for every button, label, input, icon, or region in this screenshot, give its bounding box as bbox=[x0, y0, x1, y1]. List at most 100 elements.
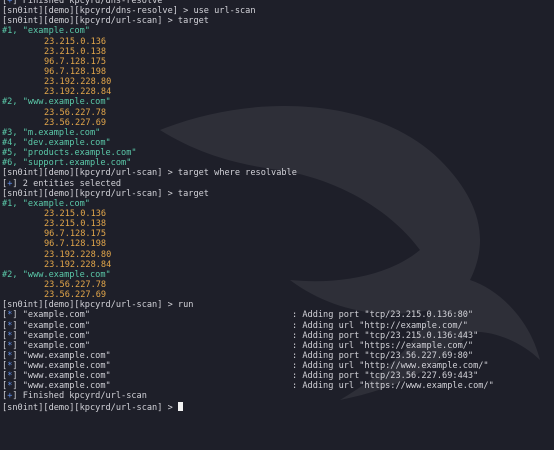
terminal-line: 23.192.228.84 bbox=[2, 260, 554, 270]
entity-index: #5, bbox=[2, 148, 18, 159]
entity-name: "dev.example.com" bbox=[22, 137, 111, 148]
entity-name: "m.example.com" bbox=[22, 127, 101, 138]
ip-address: 23.56.227.69 bbox=[44, 290, 107, 301]
command-text: target bbox=[177, 16, 209, 27]
terminal-line: 23.215.0.138 bbox=[2, 47, 554, 57]
log-message: : Adding url "https://example.com/" bbox=[292, 340, 474, 351]
terminal-line: [*] "www.example.com": Adding url "https… bbox=[2, 381, 494, 392]
ip-address: 23.192.228.84 bbox=[44, 87, 112, 98]
ip-address: 23.215.0.138 bbox=[44, 219, 107, 230]
terminal-line: [sn0int][demo][kpcyrd/url-scan] > target… bbox=[2, 168, 554, 178]
terminal-line: #2, "www.example.com" bbox=[2, 97, 554, 107]
log-target: "www.example.com" bbox=[22, 371, 111, 382]
terminal-line: #2, "www.example.com" bbox=[2, 270, 554, 280]
shell-prompt: [sn0int][demo][kpcyrd/url-scan] > bbox=[2, 402, 178, 412]
log-message: : Adding url "http://www.example.com/" bbox=[292, 361, 489, 372]
status-text: 2 entities selected bbox=[22, 178, 122, 189]
status-marker: + bbox=[7, 391, 13, 402]
ip-address: 23.192.228.84 bbox=[44, 259, 112, 270]
terminal-line: [*] "example.com": Adding port "tcp/23.2… bbox=[2, 330, 479, 341]
terminal-output: [+] Finished kpcyrd/dns-resolve [sn0int][… bbox=[0, 0, 554, 443]
log-marker: * bbox=[7, 381, 13, 392]
ip-address: 23.215.0.138 bbox=[44, 46, 107, 57]
log-marker: * bbox=[7, 361, 13, 372]
terminal-line: [*] "www.example.com": Adding port "tcp/… bbox=[2, 350, 474, 361]
status-marker: + bbox=[7, 0, 13, 6]
terminal-line: 23.56.227.78 bbox=[2, 280, 554, 290]
terminal-line: 23.215.0.136 bbox=[2, 37, 554, 47]
shell-prompt: [sn0int][demo][kpcyrd/url-scan] > bbox=[2, 300, 178, 311]
terminal-line: 23.192.228.84 bbox=[2, 87, 554, 97]
terminal-line: #1, "example.com" bbox=[2, 199, 554, 209]
entity-name: "products.example.com" bbox=[22, 148, 137, 159]
ip-address: 23.192.228.80 bbox=[44, 77, 112, 88]
status-marker: + bbox=[7, 178, 13, 189]
terminal-line: 23.192.228.80 bbox=[2, 250, 554, 260]
command-text: target bbox=[177, 188, 209, 199]
terminal-line: #6, "support.example.com" bbox=[2, 158, 554, 168]
terminal-line: 23.215.0.138 bbox=[2, 219, 554, 229]
log-message: : Adding port "tcp/23.56.227.69:80" bbox=[292, 350, 474, 361]
terminal-line: #5, "products.example.com" bbox=[2, 148, 554, 158]
terminal-line: #4, "dev.example.com" bbox=[2, 138, 554, 148]
terminal-line: #1, "example.com" bbox=[2, 26, 554, 36]
status-text: Finished kpcyrd/dns-resolve bbox=[22, 0, 163, 6]
log-target: "www.example.com" bbox=[22, 361, 111, 372]
log-message: : Adding url "http://example.com/" bbox=[292, 320, 468, 331]
ip-address: 96.7.128.175 bbox=[44, 56, 107, 67]
terminal-line: [+] 2 entities selected bbox=[2, 178, 122, 189]
log-marker: * bbox=[7, 371, 13, 382]
terminal-line: [sn0int][demo][kpcyrd/url-scan] > target bbox=[2, 16, 554, 26]
terminal-line: 23.56.227.69 bbox=[2, 290, 554, 300]
entity-name: "example.com" bbox=[22, 198, 90, 209]
terminal-line: 23.192.228.80 bbox=[2, 77, 554, 87]
ip-address: 23.192.228.80 bbox=[44, 249, 112, 260]
command-text: use url-scan bbox=[193, 6, 256, 17]
command-text: run bbox=[177, 300, 194, 311]
shell-prompt: [sn0int][demo][kpcyrd/url-scan] > bbox=[2, 168, 178, 179]
log-target: "example.com" bbox=[22, 310, 90, 321]
terminal-line: [+] Finished kpcyrd/url-scan bbox=[2, 391, 147, 402]
log-marker: * bbox=[7, 350, 13, 361]
entity-index: #1, bbox=[2, 198, 18, 209]
ip-address: 96.7.128.198 bbox=[44, 66, 107, 77]
ip-address: 23.56.227.78 bbox=[44, 107, 107, 118]
entity-index: #6, bbox=[2, 158, 18, 169]
log-marker: * bbox=[7, 310, 13, 321]
ip-address: 23.215.0.136 bbox=[44, 208, 107, 219]
entity-index: #4, bbox=[2, 137, 18, 148]
cursor-block[interactable] bbox=[177, 401, 183, 411]
log-target: "www.example.com" bbox=[22, 381, 111, 392]
log-target: "example.com" bbox=[22, 320, 90, 331]
terminal-line: [*] "example.com": Adding url "https://e… bbox=[2, 340, 474, 351]
log-target: "www.example.com" bbox=[22, 350, 111, 361]
terminal-line: [*] "example.com": Adding url "http://ex… bbox=[2, 320, 468, 331]
entity-index: #3, bbox=[2, 127, 18, 138]
ip-address: 96.7.128.175 bbox=[44, 229, 107, 240]
log-marker: * bbox=[7, 320, 13, 331]
terminal-line: [sn0int][demo][kpcyrd/dns-resolve] > use… bbox=[2, 6, 554, 16]
log-target: "example.com" bbox=[22, 340, 90, 351]
log-message: : Adding port "tcp/23.56.227.69:443" bbox=[292, 371, 479, 382]
entity-index: #1, bbox=[2, 26, 18, 37]
terminal-line: 96.7.128.175 bbox=[2, 57, 554, 67]
log-message: : Adding port "tcp/23.215.0.136:443" bbox=[292, 330, 479, 341]
entity-index: #2, bbox=[2, 269, 18, 280]
shell-prompt: [sn0int][demo][kpcyrd/url-scan] > bbox=[2, 188, 178, 199]
log-message: : Adding port "tcp/23.215.0.136:80" bbox=[292, 310, 474, 321]
terminal-line: [sn0int][demo][kpcyrd/url-scan] > target bbox=[2, 189, 554, 199]
terminal-line: #3, "m.example.com" bbox=[2, 128, 554, 138]
entity-index: #2, bbox=[2, 97, 18, 108]
ip-address: 96.7.128.198 bbox=[44, 239, 107, 250]
ip-address: 23.56.227.78 bbox=[44, 279, 107, 290]
terminal-line: 23.215.0.136 bbox=[2, 209, 554, 219]
log-message: : Adding url "https://www.example.com/" bbox=[292, 381, 494, 392]
entity-name: "support.example.com" bbox=[22, 158, 132, 169]
ip-address: 23.56.227.69 bbox=[44, 117, 107, 128]
terminal-line: [sn0int][demo][kpcyrd/url-scan] > run bbox=[2, 300, 554, 310]
status-text: Finished kpcyrd/url-scan bbox=[22, 391, 147, 402]
log-target: "example.com" bbox=[22, 330, 90, 341]
terminal-line: 96.7.128.198 bbox=[2, 67, 554, 77]
log-marker: * bbox=[7, 330, 13, 341]
terminal-line: 96.7.128.198 bbox=[2, 239, 554, 249]
